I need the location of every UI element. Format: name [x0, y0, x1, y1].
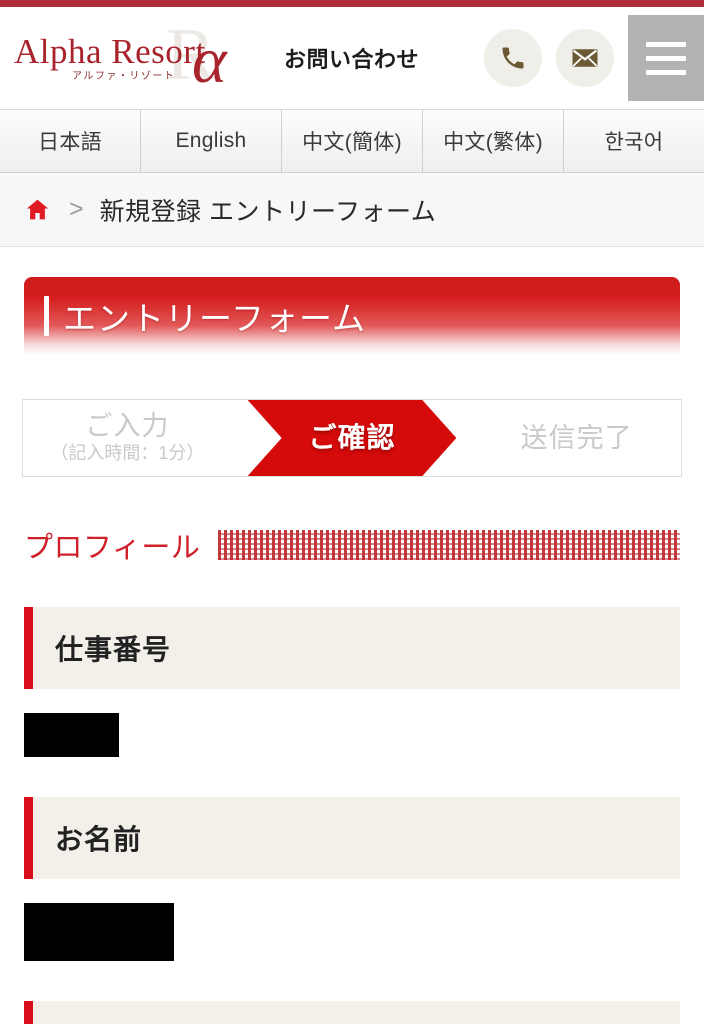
page-root: R α Alpha Resort アルファ・リゾート お問い合わせ 日本語 En… [0, 0, 704, 1024]
language-tab-zh-cn[interactable]: 中文(簡体) [282, 110, 423, 172]
site-header: R α Alpha Resort アルファ・リゾート お問い合わせ [0, 7, 704, 109]
mail-button[interactable] [556, 29, 614, 87]
profile-section-header: プロフィール [24, 523, 680, 567]
field-accent-bar [24, 1001, 33, 1024]
step-indicator-wrapper: ご入力 （記入時間：1分） ご確認 送信完了 [0, 355, 704, 477]
breadcrumb: > 新規登録 エントリーフォーム [0, 173, 704, 247]
redaction-bar [24, 713, 119, 757]
contact-label: お問い合わせ [284, 47, 420, 72]
page-title-banner: エントリーフォーム [24, 277, 680, 355]
field-next-truncated [24, 1001, 680, 1024]
step-confirm: ご確認 [248, 400, 457, 476]
language-tab-bar: 日本語 English 中文(簡体) 中文(繁体) 한국어 [0, 109, 704, 173]
language-tab-en[interactable]: English [141, 110, 282, 172]
language-tab-ja[interactable]: 日本語 [0, 110, 141, 172]
phone-button[interactable] [484, 29, 542, 87]
section-title: プロフィール [24, 532, 201, 564]
logo-brand-subtitle: アルファ・リゾート [72, 71, 176, 82]
field-next-label-bar [24, 1001, 680, 1024]
hamburger-bar-3 [646, 69, 686, 75]
field-name-label: お名前 [55, 824, 143, 855]
step-complete: 送信完了 [450, 400, 681, 476]
step-input-label: ご入力 [85, 410, 170, 441]
field-job-number-label: 仕事番号 [55, 634, 172, 665]
field-accent-bar [24, 607, 33, 689]
redaction-bar [24, 903, 174, 961]
hamburger-bar-2 [646, 55, 686, 61]
home-icon[interactable] [24, 197, 51, 222]
field-name-value [24, 879, 680, 961]
language-tab-zh-tw[interactable]: 中文(繁体) [423, 110, 564, 172]
field-job-number-value [24, 689, 680, 757]
step-complete-label: 送信完了 [520, 422, 633, 453]
phone-icon [499, 44, 527, 72]
field-name-label-bar: お名前 [24, 797, 680, 879]
step-indicator: ご入力 （記入時間：1分） ご確認 送信完了 [22, 399, 682, 477]
page-title-wrapper: エントリーフォーム [0, 247, 704, 355]
field-job-number-label-bar: 仕事番号 [24, 607, 680, 689]
field-job-number: 仕事番号 [24, 607, 680, 757]
step-input-sublabel: （記入時間：1分） [50, 442, 205, 463]
section-decorative-pattern [218, 530, 680, 560]
hamburger-menu-button[interactable] [628, 15, 704, 101]
mail-icon [570, 43, 600, 73]
top-accent-bar [0, 0, 704, 7]
site-logo[interactable]: R α Alpha Resort アルファ・リゾート [6, 12, 274, 104]
logo-brand-name: Alpha Resort [14, 32, 206, 71]
step-input: ご入力 （記入時間：1分） [23, 400, 254, 476]
page-title-accent [44, 296, 49, 336]
breadcrumb-current: 新規登録 エントリーフォーム [99, 197, 437, 226]
field-accent-bar [24, 797, 33, 879]
field-name: お名前 [24, 797, 680, 961]
hamburger-bar-1 [646, 41, 686, 47]
language-tab-ko[interactable]: 한국어 [564, 110, 704, 172]
step-confirm-label: ご確認 [308, 422, 396, 454]
page-title: エントリーフォーム [63, 300, 367, 337]
breadcrumb-separator: > [69, 195, 84, 223]
